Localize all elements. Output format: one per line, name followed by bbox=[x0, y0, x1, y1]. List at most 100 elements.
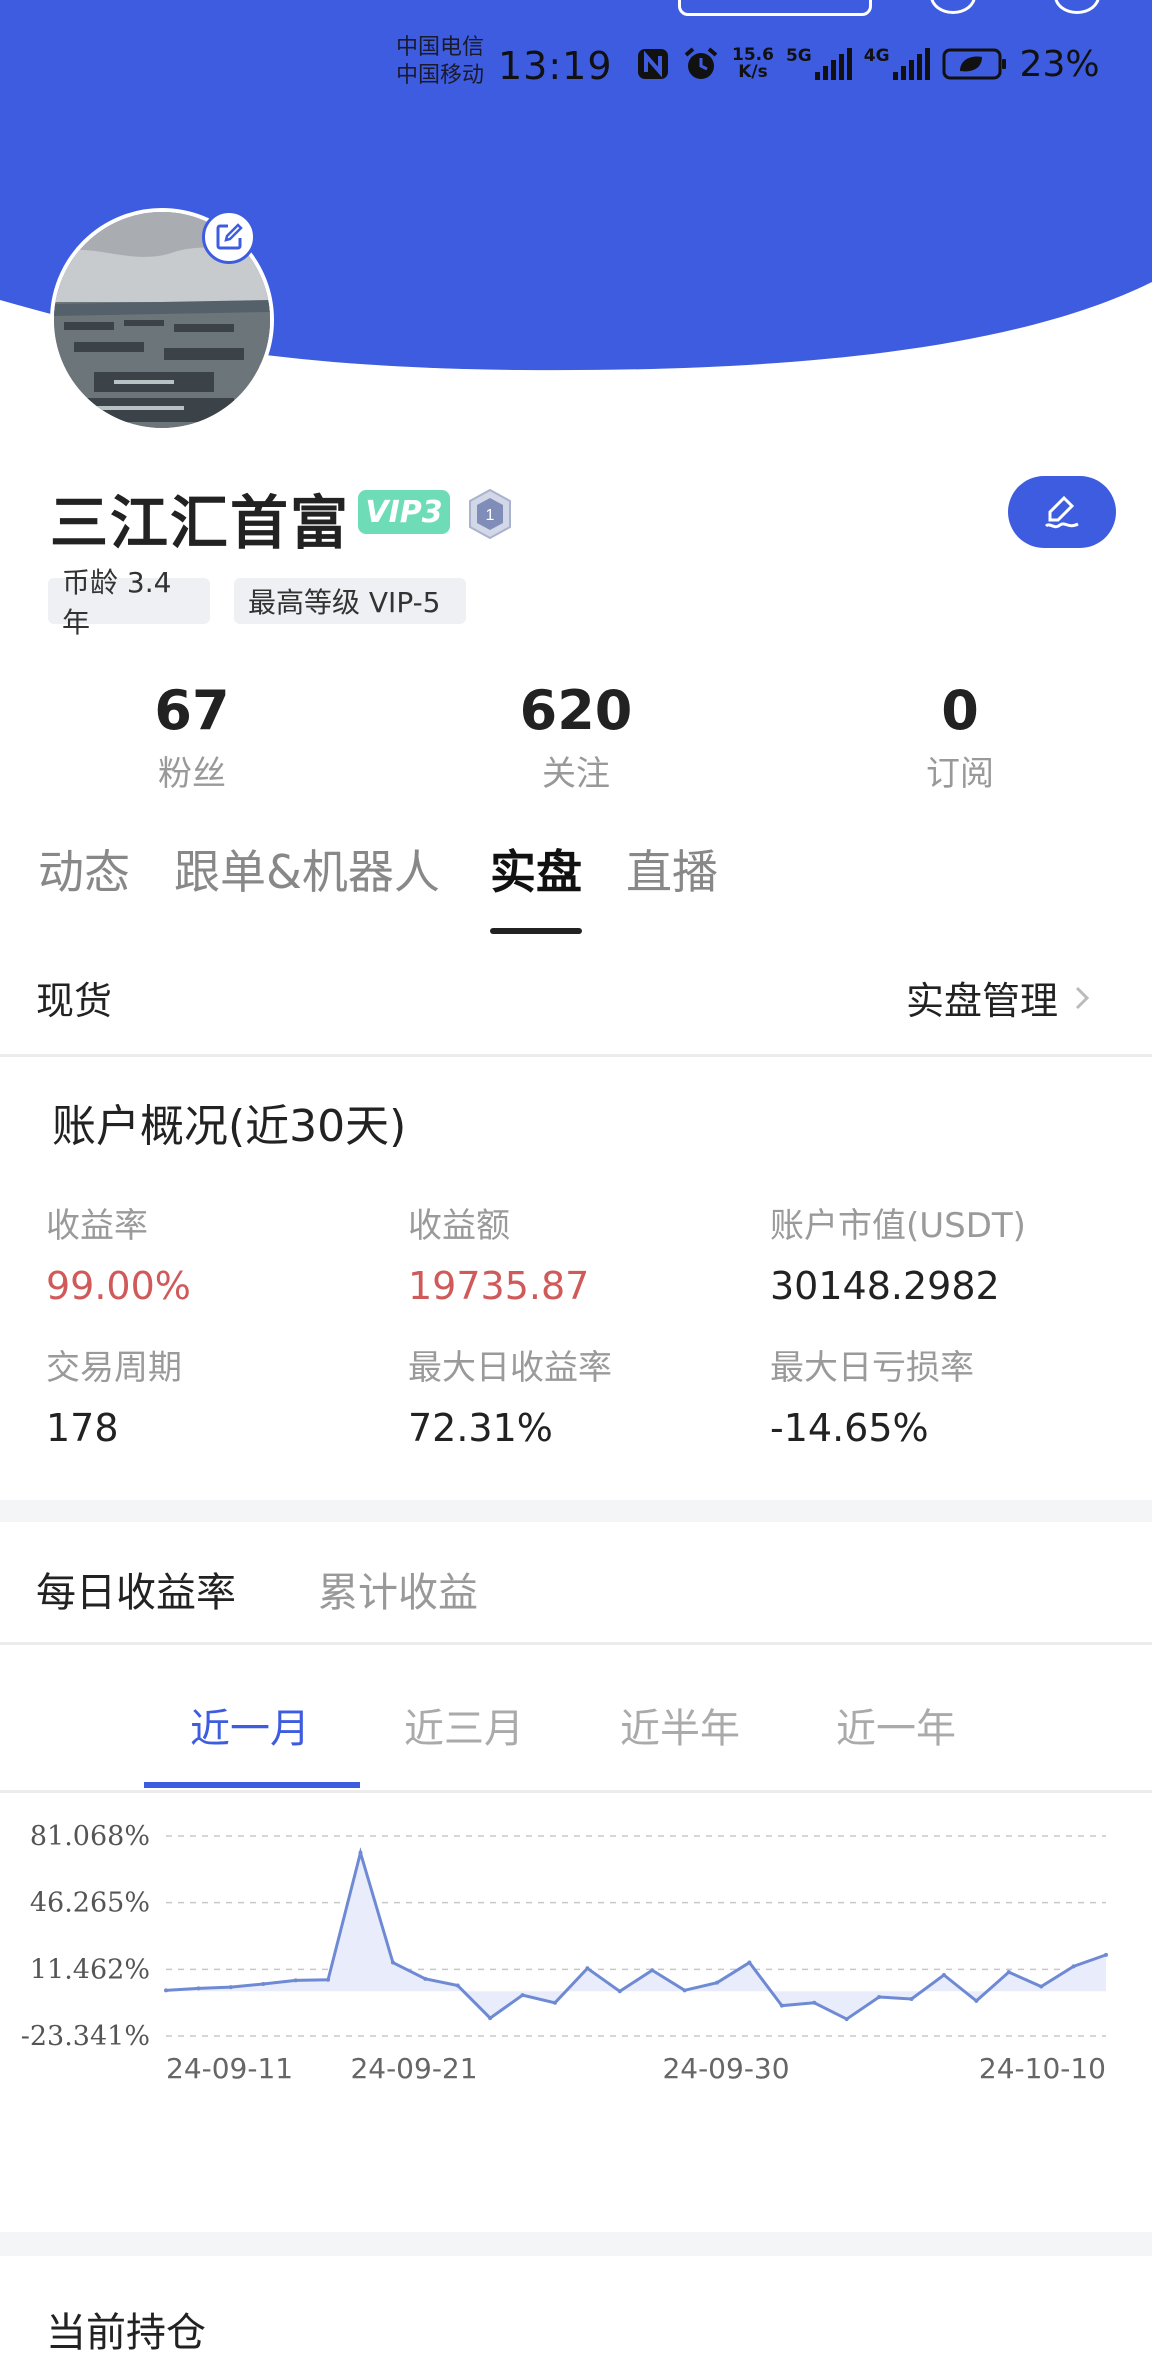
username: 三江汇首富 bbox=[50, 489, 351, 557]
battery-level: 23% bbox=[1019, 43, 1100, 85]
avatar-edit-button[interactable] bbox=[202, 210, 256, 264]
data-point bbox=[1071, 1964, 1076, 1969]
metric-label-profit: 收益额 bbox=[408, 1206, 510, 1246]
section-gap bbox=[0, 1500, 1152, 1522]
sign-edit-icon bbox=[1044, 495, 1079, 529]
nfc-icon bbox=[638, 49, 668, 79]
chart-grid bbox=[166, 1835, 1106, 2037]
daily-return-chart[interactable]: 81.068% 46.265% 11.462% -23.341% 24-09-11 24… bbox=[0, 1800, 1152, 2200]
data-point bbox=[196, 1986, 201, 1991]
data-point bbox=[228, 1985, 233, 1990]
metric-label-market-value: 账户市值(USDT) bbox=[770, 1206, 1026, 1246]
edit-icon bbox=[216, 223, 243, 250]
y-tick-label: 81.068% bbox=[30, 1821, 150, 1852]
x-tick-label: 24-10-10 bbox=[979, 2052, 1106, 2085]
data-point bbox=[617, 1989, 622, 1994]
signal-5g: 5G bbox=[786, 48, 852, 80]
stat-subscriptions[interactable]: 0 订阅 bbox=[840, 680, 1080, 795]
signal-4g: 4G bbox=[864, 48, 930, 80]
status-time: 13:19 bbox=[498, 44, 613, 88]
range-tab-1y[interactable]: 近一年 bbox=[836, 1696, 956, 1754]
stat-value: 620 bbox=[519, 679, 633, 742]
signal-icon bbox=[814, 48, 852, 80]
tab-live-account[interactable]: 实盘 bbox=[490, 836, 582, 902]
data-point bbox=[552, 2000, 557, 2005]
range-tab-1m[interactable]: 近一月 bbox=[190, 1696, 310, 1754]
tab-activity[interactable]: 动态 bbox=[38, 836, 130, 902]
range-tab-3m[interactable]: 近三月 bbox=[404, 1696, 524, 1754]
data-point bbox=[390, 1960, 395, 1965]
stat-value: 67 bbox=[154, 679, 230, 742]
data-point bbox=[779, 2003, 784, 2008]
data-point bbox=[455, 1983, 460, 1988]
active-range-indicator bbox=[144, 1782, 360, 1788]
data-point bbox=[715, 1980, 720, 1985]
stat-label: 关注 bbox=[542, 754, 610, 794]
chart-area bbox=[166, 1852, 1106, 2020]
metric-value-max-daily-return: 72.31% bbox=[408, 1406, 553, 1450]
data-point bbox=[909, 1996, 914, 2001]
divider bbox=[0, 1642, 1152, 1645]
data-point bbox=[650, 1968, 655, 1973]
edit-profile-button[interactable] bbox=[1008, 476, 1116, 548]
data-point bbox=[423, 1976, 428, 1981]
data-point bbox=[941, 1973, 946, 1978]
carrier-2: 中国移动 bbox=[396, 63, 485, 88]
battery-icon bbox=[942, 48, 1006, 80]
data-point bbox=[877, 1995, 882, 2000]
metric-label-max-daily-loss: 最大日亏损率 bbox=[770, 1348, 974, 1388]
level-badge-icon: 1 bbox=[469, 488, 511, 540]
net-speed: 15.6 K/s bbox=[732, 47, 774, 81]
tab-copy-trading[interactable]: 跟单&机器人 bbox=[174, 836, 440, 902]
data-point bbox=[682, 1988, 687, 1993]
data-point bbox=[812, 2000, 817, 2005]
data-point bbox=[358, 1850, 363, 1855]
data-point bbox=[1006, 1970, 1011, 1975]
chevron-right-icon bbox=[1075, 986, 1090, 1009]
tab-cumulative-return[interactable]: 累计收益 bbox=[318, 1560, 478, 1618]
data-point bbox=[261, 1982, 266, 1987]
data-point bbox=[293, 1978, 298, 1983]
data-point bbox=[974, 1998, 979, 2003]
signal-icon bbox=[892, 48, 930, 80]
level-badge-number: 1 bbox=[486, 507, 495, 524]
range-tab-6m[interactable]: 近半年 bbox=[620, 1696, 740, 1754]
manage-link-label: 实盘管理 bbox=[906, 979, 1059, 1023]
net-5g-label: 5G bbox=[785, 46, 812, 66]
data-point bbox=[747, 1960, 752, 1965]
data-point bbox=[164, 1988, 168, 1993]
x-tick-label: 24-09-21 bbox=[350, 2052, 477, 2085]
x-tick-label: 24-09-11 bbox=[166, 2052, 293, 2085]
metric-label-trading-period: 交易周期 bbox=[46, 1348, 182, 1388]
y-tick-label: 11.462% bbox=[30, 1954, 150, 1985]
max-vip-tag: 最高等级 VIP-5 bbox=[234, 578, 466, 624]
data-point bbox=[585, 1966, 590, 1971]
x-tick-label: 24-09-30 bbox=[662, 2052, 789, 2085]
divider bbox=[0, 1054, 1152, 1057]
tab-live-stream[interactable]: 直播 bbox=[626, 836, 718, 902]
account-age-tag: 币龄 3.4年 bbox=[48, 566, 210, 639]
divider bbox=[0, 1790, 1152, 1793]
alarm-icon bbox=[684, 47, 718, 79]
stat-following[interactable]: 620 关注 bbox=[456, 680, 696, 795]
section-title-spot: 现货 bbox=[36, 979, 113, 1023]
section-gap bbox=[0, 2232, 1152, 2256]
overview-title: 账户概况(近30天) bbox=[52, 1101, 407, 1152]
stat-value: 0 bbox=[941, 679, 979, 742]
net-speed-unit: K/s bbox=[738, 62, 768, 82]
metric-value-profit: 19735.87 bbox=[408, 1264, 590, 1308]
stat-fans[interactable]: 67 粉丝 bbox=[72, 680, 312, 795]
active-tab-indicator bbox=[490, 928, 582, 934]
metric-value-trading-period: 178 bbox=[46, 1406, 119, 1450]
data-point bbox=[1104, 1952, 1108, 1957]
data-point bbox=[520, 1993, 525, 1998]
tab-daily-return[interactable]: 每日收益率 bbox=[36, 1560, 236, 1618]
stat-label: 订阅 bbox=[926, 754, 994, 794]
data-point bbox=[1039, 1984, 1044, 1989]
carrier-1: 中国电信 bbox=[396, 35, 485, 60]
live-account-manage-link[interactable]: 实盘管理 bbox=[906, 970, 1090, 1025]
data-point bbox=[326, 1977, 331, 1982]
y-tick-label: -23.341% bbox=[21, 2021, 150, 2052]
header-action-pill[interactable] bbox=[678, 0, 872, 16]
data-point bbox=[488, 2016, 493, 2021]
